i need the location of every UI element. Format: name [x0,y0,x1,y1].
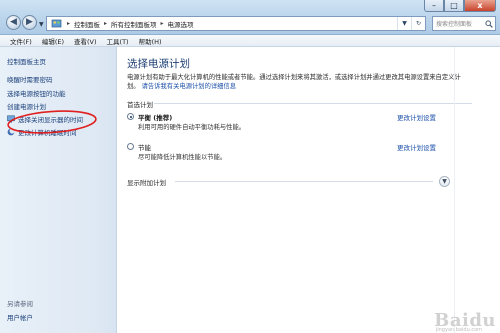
expand-chevron-icon[interactable]: ▼ [439,176,450,187]
page-title: 选择电源计划 [127,58,190,70]
watermark-url: jingyan.baidu.com [435,327,482,333]
change-sleep-time-label: 更改计算机睡眠时间 [18,129,77,137]
menu-edit[interactable]: 编辑(E) [37,36,69,46]
menu-help[interactable]: 帮助(H) [134,36,167,46]
address-bar[interactable]: ▸ 控制面板 ▸ 所有控制面板项 ▸ 电源选项 ▼ ↻ [46,16,426,31]
address-dropdown-icon[interactable]: ▼ [397,17,411,30]
plan-power-saver-radio[interactable] [127,143,134,150]
control-panel-icon [49,17,63,30]
back-arrow-icon[interactable]: ◀ [6,15,21,30]
page-description: 电源计划有助于最大化计算机的性能或者节能。通过选择计划来将其激活，或选择计划并通… [127,73,467,91]
breadcrumb-separator-icon: ▸ [160,20,164,27]
menu-view[interactable]: 查看(V) [69,36,102,46]
window-controls: – □ x [424,0,496,12]
create-power-plan-link[interactable]: 创建电源计划 [7,101,46,111]
breadcrumb-separator-icon: ▸ [67,20,71,27]
user-accounts-link[interactable]: 用户帐户 [7,312,33,322]
close-button[interactable]: x [464,0,496,12]
plan-power-saver-name: 节能 [138,144,151,152]
section-divider [175,181,433,182]
plan-balanced-radio[interactable] [127,113,134,120]
search-input[interactable]: 搜索控制面板 [432,16,496,31]
choose-power-button-link[interactable]: 选择电源按钮的功能 [7,88,66,98]
change-plan-settings-link[interactable]: 更改计划设置 [397,112,436,122]
require-password-on-wakeup-link[interactable]: 唤醒时需要密码 [7,74,53,84]
monitor-icon [7,115,15,123]
refresh-icon[interactable]: ↻ [411,17,425,30]
power-plan-info-link[interactable]: 请告诉我有关电源计划的详细信息 [142,83,236,90]
menu-tools[interactable]: 工具(T) [102,36,134,46]
plan-balanced-name: 平衡 (推荐) [138,114,173,122]
maximize-button[interactable]: □ [444,0,464,12]
minimize-button[interactable]: – [424,0,444,12]
section-divider [154,103,472,104]
breadcrumb-power-options[interactable]: 电源选项 [168,19,194,29]
menu-file[interactable]: 文件(F) [5,36,37,46]
search-placeholder: 搜索控制面板 [436,21,473,28]
see-also-heading: 另请参阅 [7,300,33,308]
display-off-time-label: 选择关闭显示器的时间 [18,116,83,124]
plan-balanced-desc: 利用可用的硬件自动平衡功耗与性能。 [138,124,246,131]
title-bar: – □ x ◀ ▶ ▼ ▸ 控制面板 ▸ 所有控制面板项 ▸ 电源选项 ▼ ↻ … [0,0,500,35]
preferred-plans-heading: 首选计划 [127,101,153,109]
breadcrumb-all-items[interactable]: 所有控制面板项 [111,19,157,29]
search-icon[interactable] [483,19,495,28]
forward-arrow-icon[interactable]: ▶ [22,15,37,30]
sleep-moon-icon [7,128,15,136]
main-content: 选择电源计划 电源计划有助于最大化计算机的性能或者节能。通过选择计划来将其激活，… [118,47,500,333]
left-navigation-pane: 控制面板主页 唤醒时需要密码 选择电源按钮的功能 创建电源计划 选择关闭显示器的… [0,47,117,333]
control-panel-home-link[interactable]: 控制面板主页 [7,56,46,66]
show-additional-plans[interactable]: 显示附加计划 [127,177,166,187]
change-plan-settings-link[interactable]: 更改计划设置 [397,142,436,152]
history-dropdown-icon[interactable]: ▼ [39,21,44,28]
vertical-divider [454,47,455,333]
plan-power-saver-desc: 尽可能降低计算机性能以节能。 [138,154,227,161]
change-sleep-time-link[interactable]: 更改计算机睡眠时间 [7,127,77,137]
menu-bar: 文件(F) 编辑(E) 查看(V) 工具(T) 帮助(H) [0,35,500,47]
breadcrumb-control-panel[interactable]: 控制面板 [74,19,100,29]
breadcrumb-separator-icon: ▸ [104,20,108,27]
display-off-time-link[interactable]: 选择关闭显示器的时间 [7,114,83,124]
